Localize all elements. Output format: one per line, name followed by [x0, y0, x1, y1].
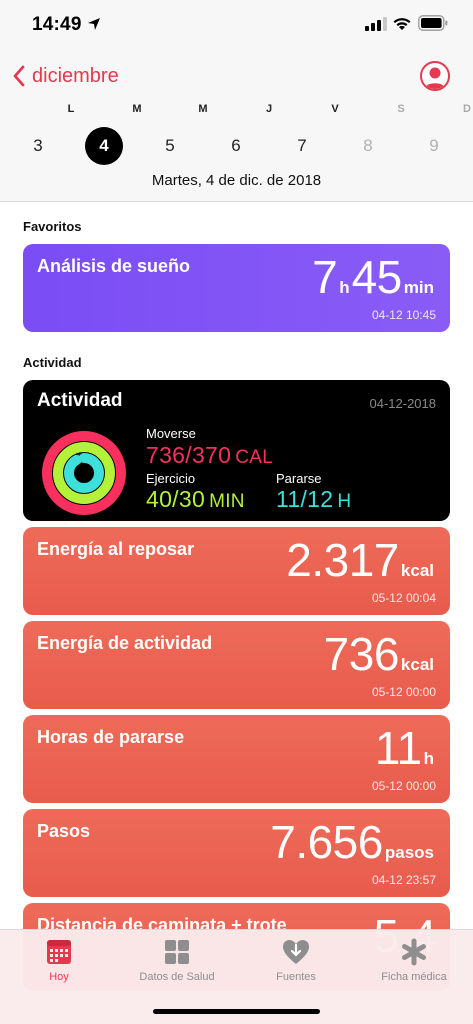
sleep-hours-unit: h — [339, 278, 350, 297]
day-number[interactable]: 7 — [283, 127, 321, 165]
day-letter: D — [463, 103, 471, 115]
location-arrow-icon — [88, 18, 100, 30]
card-title: Pasos — [37, 821, 91, 841]
card-value: 7.656 pasos — [270, 815, 436, 869]
profile-button[interactable] — [420, 61, 450, 91]
exercise-unit: MIN — [209, 491, 245, 512]
value-number: 736 — [323, 628, 400, 680]
day-number[interactable]: 8 — [349, 127, 387, 165]
chevron-left-icon — [13, 65, 25, 87]
tab-health-data[interactable]: Datos de Salud — [118, 938, 236, 983]
sleep-minutes-unit: min — [403, 278, 434, 297]
status-time: 14:49 — [32, 14, 82, 35]
card-title: Energía de actividad — [37, 633, 213, 653]
card-date: 04-12-2018 — [369, 396, 437, 411]
health-data-grid-icon — [165, 940, 189, 964]
tab-today[interactable]: Hoy — [0, 938, 118, 983]
sleep-analysis-card[interactable]: Análisis de sueño 7 h 45 min 04-12 10:45 — [23, 244, 450, 332]
card-title: Energía al reposar — [37, 539, 195, 559]
value-number: 2.317 — [286, 534, 399, 586]
value-unit: h — [423, 749, 434, 768]
sleep-hours: 7 — [312, 251, 338, 303]
activity-rings-card[interactable]: Actividad 04-12-2018 Moverse 736/370 CAL … — [23, 380, 450, 521]
day-letter: M — [198, 103, 208, 115]
stand-value: 11/12 H — [276, 486, 351, 513]
exercise-value: 40/30 MIN — [146, 486, 245, 513]
card-timestamp: 05-12 00:00 — [371, 779, 436, 793]
day-number[interactable]: 9 — [415, 127, 453, 165]
card-value: 2.317 kcal — [286, 533, 436, 587]
home-indicator — [153, 1009, 320, 1014]
card-timestamp: 04-12 10:45 — [371, 308, 436, 322]
stand-hours-card[interactable]: Horas de pararse 11 h 05-12 00:00 — [23, 715, 450, 803]
value-unit: kcal — [400, 655, 434, 674]
tab-label: Fuentes — [276, 971, 316, 983]
sources-heart-icon — [283, 940, 309, 964]
value-number: 11 — [374, 722, 422, 774]
day-number-selected[interactable]: 4 — [85, 127, 123, 165]
tab-medical-id[interactable]: Ficha médica — [355, 938, 473, 983]
day-number[interactable]: 6 — [217, 127, 255, 165]
move-value: 736/370 CAL — [146, 442, 273, 469]
card-value: 736 kcal — [324, 627, 436, 681]
cellular-signal-icon — [365, 17, 387, 31]
day-number[interactable]: 5 — [151, 127, 189, 165]
day-letter: V — [331, 103, 339, 115]
day-number[interactable]: 3 — [19, 127, 57, 165]
card-timestamp: 05-12 00:00 — [371, 685, 436, 699]
favorites-section-title: Favoritos — [23, 219, 82, 234]
header: 14:49 diciembre L 3 M 4 M 5 J 6 V 7 S 8 … — [0, 0, 473, 202]
value-unit: kcal — [400, 561, 434, 580]
value-unit: pasos — [384, 843, 434, 862]
tab-label: Ficha médica — [381, 971, 447, 983]
activity-section-title: Actividad — [23, 355, 82, 370]
tab-sources[interactable]: Fuentes — [237, 938, 355, 983]
stand-label: Pararse — [276, 471, 322, 486]
card-title: Análisis de sueño — [37, 256, 191, 276]
selected-date-label: Martes, 4 de dic. de 2018 — [151, 172, 322, 189]
card-timestamp: 05-12 00:04 — [371, 591, 436, 605]
battery-icon — [418, 15, 448, 31]
card-title: Horas de pararse — [37, 727, 185, 747]
back-label: diciembre — [32, 64, 119, 87]
tab-label: Hoy — [49, 971, 69, 983]
resting-energy-card[interactable]: Energía al reposar 2.317 kcal 05-12 00:0… — [23, 527, 450, 615]
exercise-label: Ejercicio — [146, 471, 196, 486]
today-calendar-icon — [47, 940, 71, 964]
stand-amount: 11/12 — [276, 486, 334, 512]
wifi-icon — [393, 18, 411, 30]
card-timestamp: 04-12 23:57 — [371, 873, 436, 887]
day-letter: J — [265, 103, 273, 115]
value-number: 7.656 — [270, 816, 383, 868]
activity-rings-icon — [42, 431, 126, 515]
back-button[interactable]: diciembre — [12, 62, 119, 90]
move-amount: 736/370 — [146, 442, 232, 468]
status-bar: 14:49 — [0, 0, 473, 52]
card-title: Actividad — [37, 390, 123, 411]
profile-avatar-icon — [424, 67, 446, 89]
move-label: Moverse — [146, 426, 196, 441]
medical-id-asterisk-icon — [402, 938, 426, 966]
stand-unit: H — [337, 491, 352, 512]
tab-label: Datos de Salud — [139, 971, 215, 983]
day-letter: M — [132, 103, 142, 115]
card-value: 11 h — [375, 721, 436, 775]
sleep-minutes: 45 — [351, 251, 403, 303]
active-energy-card[interactable]: Energía de actividad 736 kcal 05-12 00:0… — [23, 621, 450, 709]
move-unit: CAL — [235, 447, 274, 468]
steps-card[interactable]: Pasos 7.656 pasos 04-12 23:57 — [23, 809, 450, 897]
day-letter: L — [67, 103, 75, 115]
sleep-duration: 7 h 45 min — [312, 250, 436, 304]
day-letter: S — [397, 103, 405, 115]
exercise-amount: 40/30 — [146, 486, 206, 512]
